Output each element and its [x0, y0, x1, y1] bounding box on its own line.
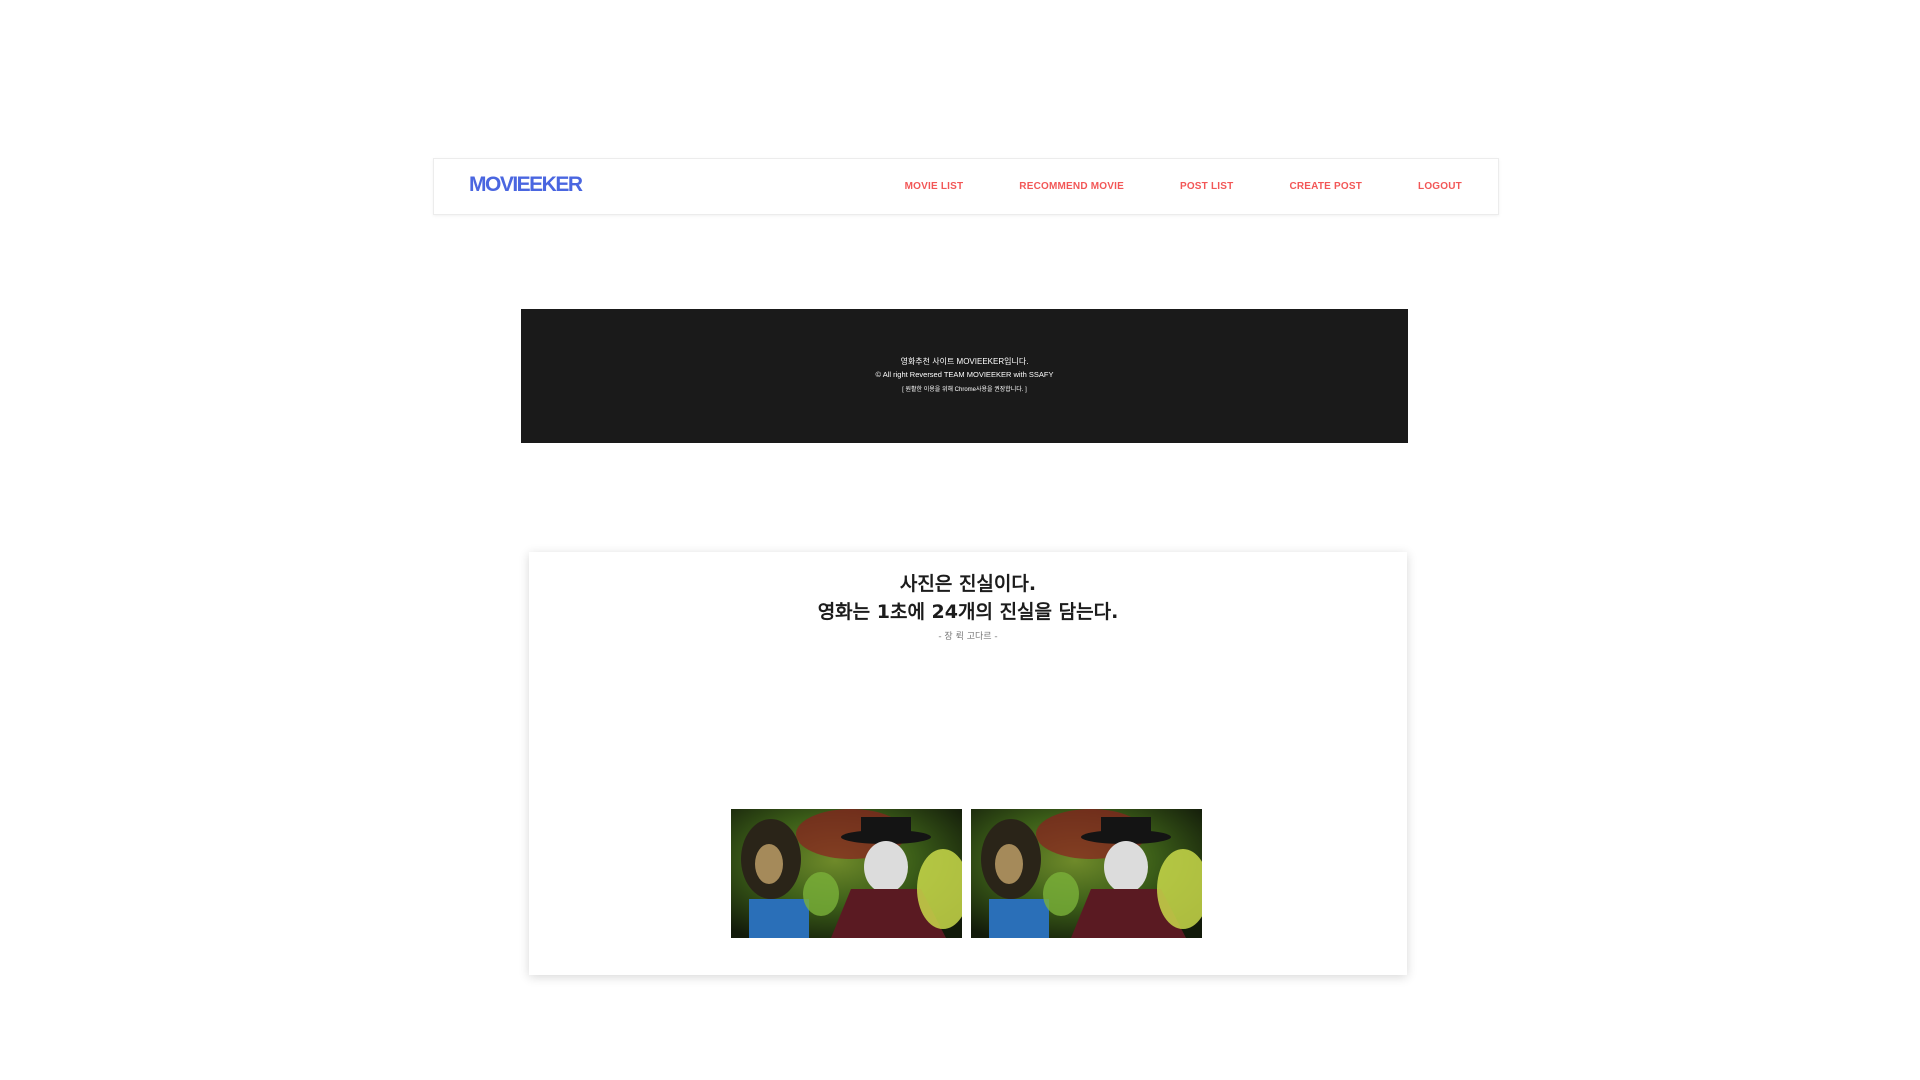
quote-line-1: 사진은 진실이다.: [899, 573, 1037, 595]
quote-block: 사진은 진실이다. 영화는 1초에 24개의 진실을 담는다. - 장 뤽 고다…: [529, 570, 1407, 644]
movie-stills: [731, 809, 1202, 938]
quote-line-2: 영화는 1초에 24개의 진실을 담는다.: [817, 601, 1119, 623]
navbar: MOVIEEKER MOVIE LIST RECOMMEND MOVIE POS…: [433, 158, 1499, 215]
nav-link-recommend-movie[interactable]: RECOMMEND MOVIE: [1019, 181, 1124, 192]
page: MOVIEEKER MOVIE LIST RECOMMEND MOVIE POS…: [0, 0, 1920, 1080]
info-banner: 영화추천 사이트 MOVIEEKER입니다. © All right Rever…: [521, 309, 1408, 443]
nav-link-movie-list[interactable]: MOVIE LIST: [905, 181, 964, 192]
nav-links: MOVIE LIST RECOMMEND MOVIE POST LIST CRE…: [905, 159, 1462, 214]
nav-link-logout[interactable]: LOGOUT: [1418, 181, 1462, 192]
banner-browser-notice: [ 원활한 이용을 위해 Chrome사용을 권장합니다. ]: [902, 387, 1027, 393]
movie-still-image: [731, 809, 962, 938]
banner-copyright: © All right Reversed TEAM MOVIEEKER with…: [875, 370, 1054, 379]
nav-link-post-list[interactable]: POST LIST: [1180, 181, 1233, 192]
movie-still-illustration: [731, 809, 962, 938]
quote-author: - 장 뤽 고다르 -: [938, 632, 998, 642]
movie-still-image: [971, 809, 1202, 938]
nav-link-create-post[interactable]: CREATE POST: [1289, 181, 1362, 192]
quote-card: 사진은 진실이다. 영화는 1초에 24개의 진실을 담는다. - 장 뤽 고다…: [529, 552, 1407, 975]
banner-site-intro: 영화추천 사이트 MOVIEEKER입니다.: [900, 357, 1029, 366]
movie-still-illustration: [971, 809, 1202, 938]
brand-logo[interactable]: MOVIEEKER: [469, 173, 583, 197]
